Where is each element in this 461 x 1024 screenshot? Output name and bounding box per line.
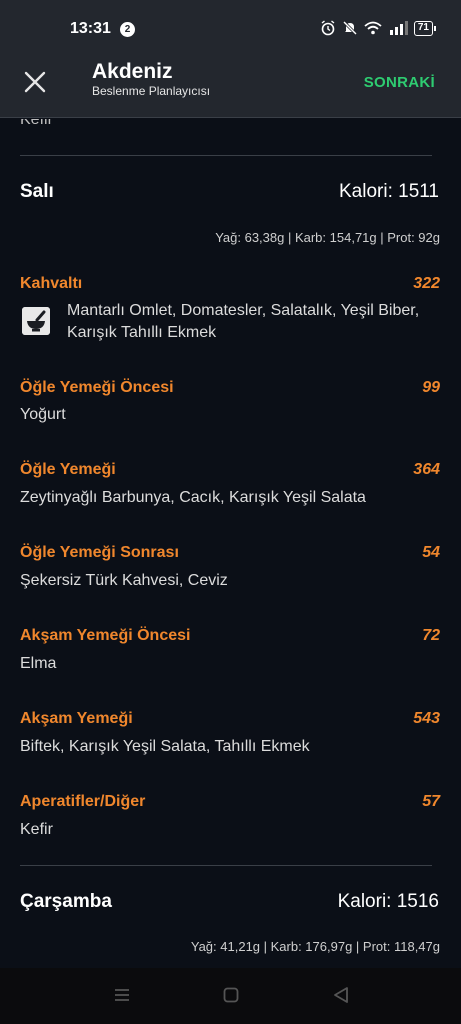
mute-icon bbox=[342, 20, 357, 36]
day-calories: Kalori: 1511 bbox=[339, 181, 439, 202]
divider bbox=[20, 865, 432, 866]
signal-icon bbox=[389, 21, 408, 35]
mortar-pestle-icon[interactable] bbox=[22, 307, 50, 335]
alarm-icon bbox=[321, 20, 335, 36]
status-time: 13:31 bbox=[70, 20, 111, 37]
navigation-bar bbox=[0, 968, 461, 1024]
meal-calories: 72 bbox=[422, 627, 440, 644]
battery-icon: 71 bbox=[413, 20, 437, 36]
menu-nav-icon[interactable] bbox=[113, 986, 131, 1004]
app-bar: Akdeniz Beslenme Planlayıcısı SONRAKİ bbox=[0, 46, 461, 118]
meal-calories: 364 bbox=[413, 461, 440, 478]
page-subtitle: Beslenme Planlayıcısı bbox=[92, 84, 211, 98]
home-nav-icon[interactable] bbox=[222, 986, 240, 1004]
previous-meal-items: Kefir bbox=[20, 119, 53, 128]
meal-items: Yoğurt bbox=[20, 406, 66, 423]
day-name: Çarşamba bbox=[20, 891, 112, 912]
notification-count-badge: 2 bbox=[120, 22, 135, 37]
meal-title[interactable]: Öğle Yemeği Sonrası bbox=[20, 544, 179, 562]
status-icons: 71 bbox=[320, 20, 437, 36]
meal-items: Elma bbox=[20, 655, 57, 672]
meal-title[interactable]: Aperatifler/Diğer bbox=[20, 793, 145, 811]
meal-calories: 57 bbox=[422, 793, 440, 810]
meal-items: Kefir bbox=[20, 821, 53, 838]
meal-calories: 54 bbox=[422, 544, 440, 561]
meal-items: Zeytinyağlı Barbunya, Cacık, Karışık Yeş… bbox=[20, 489, 366, 506]
day-macros: Yağ: 63,38g | Karb: 154,71g | Prot: 92g bbox=[215, 230, 440, 245]
meal-title[interactable]: Öğle Yemeği Öncesi bbox=[20, 379, 174, 397]
wifi-icon bbox=[364, 21, 382, 35]
status-bar: 13:31 2 71 bbox=[0, 0, 461, 46]
meal-calories: 322 bbox=[413, 275, 440, 292]
next-button[interactable]: SONRAKİ bbox=[364, 74, 435, 91]
page-title: Akdeniz bbox=[92, 60, 173, 83]
close-icon[interactable] bbox=[22, 69, 48, 95]
meal-plan-list[interactable]: Kefir Salı Kalori: 1511 Yağ: 63,38g | Ka… bbox=[0, 119, 461, 968]
meal-calories: 543 bbox=[413, 710, 440, 727]
day-name: Salı bbox=[20, 181, 54, 202]
meal-title[interactable]: Kahvaltı bbox=[20, 275, 82, 293]
meal-title[interactable]: Akşam Yemeği bbox=[20, 710, 133, 728]
meal-items: Biftek, Karışık Yeşil Salata, Tahıllı Ek… bbox=[20, 738, 310, 755]
meal-items: Mantarlı Omlet, Domatesler, Salatalık, Y… bbox=[67, 302, 420, 341]
day-calories: Kalori: 1516 bbox=[337, 891, 439, 912]
divider bbox=[20, 155, 432, 156]
back-nav-icon[interactable] bbox=[332, 986, 350, 1004]
day-macros: Yağ: 41,21g | Karb: 176,97g | Prot: 118,… bbox=[190, 939, 440, 954]
meal-calories: 99 bbox=[422, 379, 440, 396]
meal-title[interactable]: Öğle Yemeği bbox=[20, 461, 116, 479]
meal-items: Şekersiz Türk Kahvesi, Ceviz bbox=[20, 572, 228, 589]
meal-title[interactable]: Akşam Yemeği Öncesi bbox=[20, 627, 190, 645]
